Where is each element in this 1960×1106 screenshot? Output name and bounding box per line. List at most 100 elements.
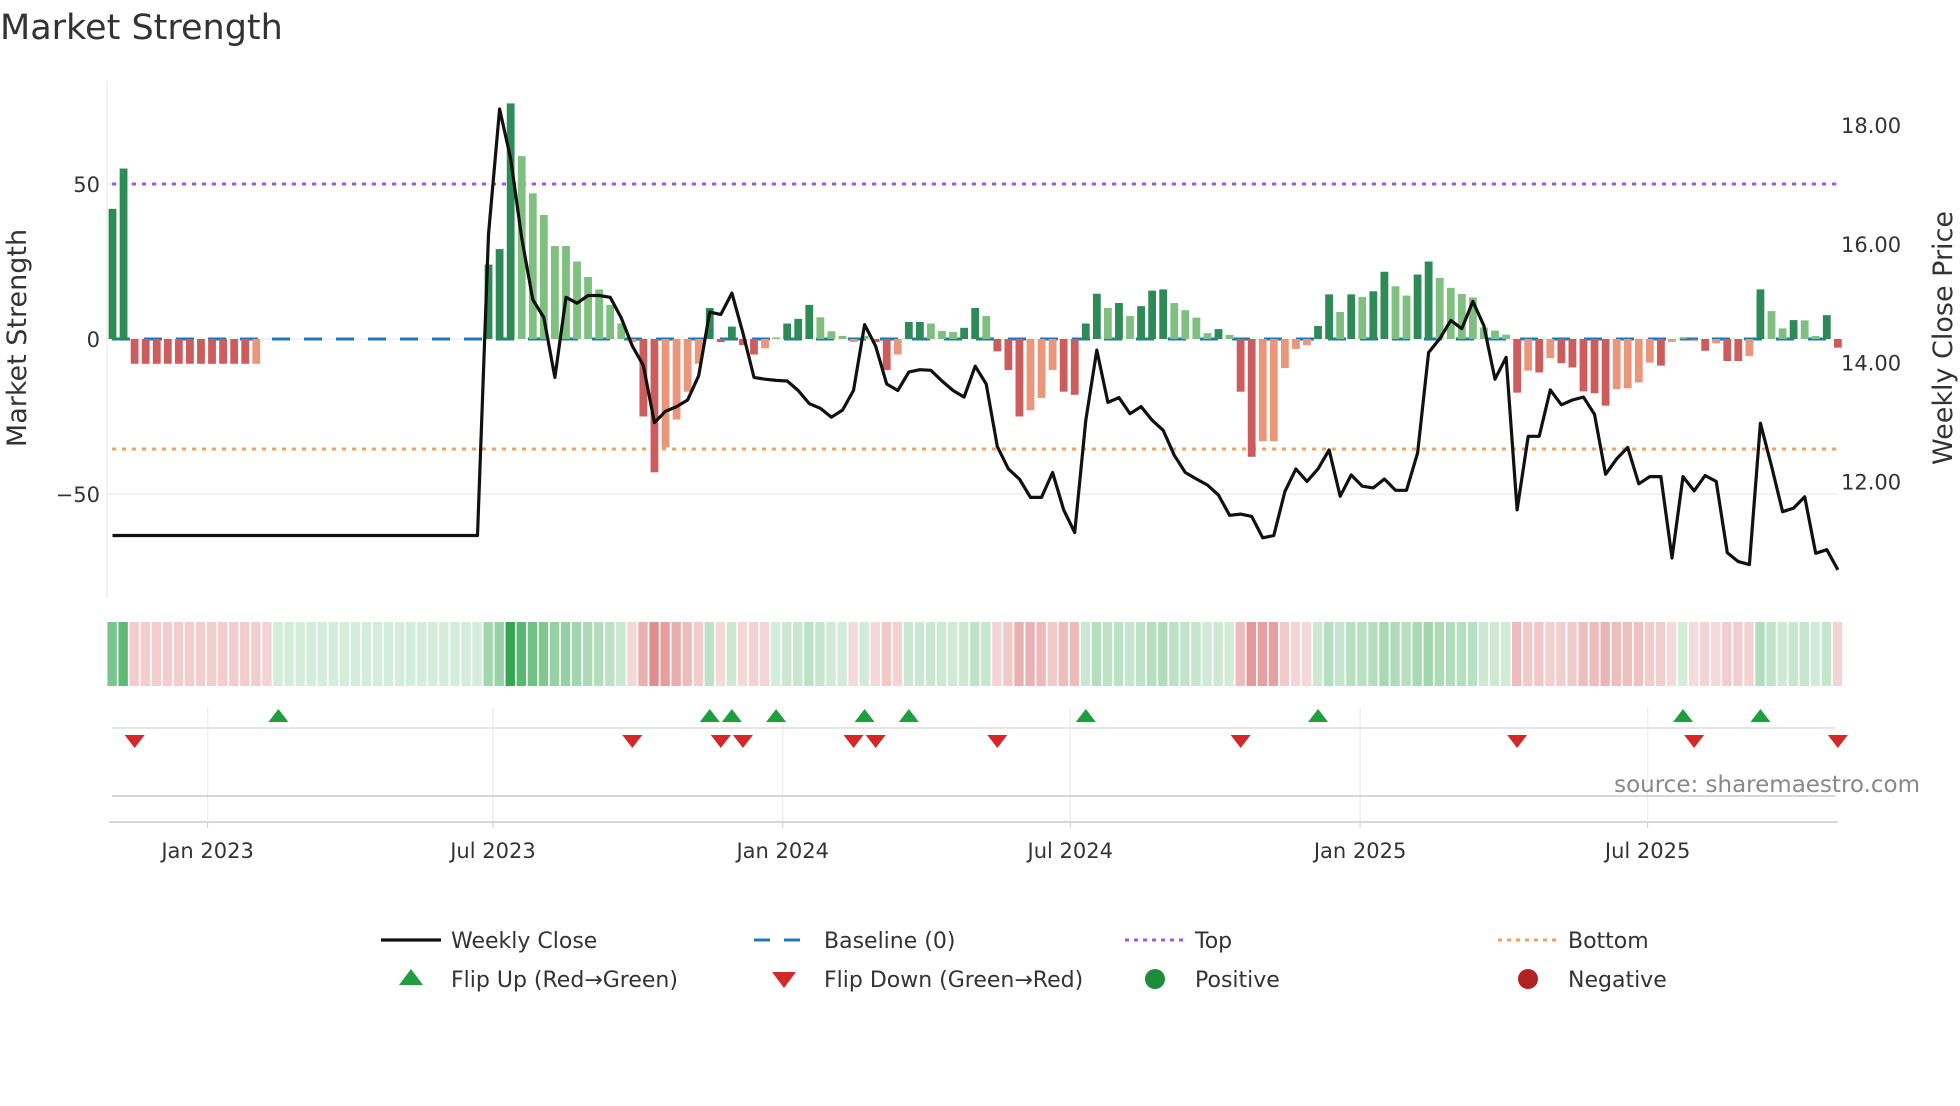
strip-cell [1722, 622, 1732, 686]
strip-cell [970, 622, 980, 686]
strength-bar [1292, 339, 1300, 349]
strip-cell [394, 622, 405, 686]
legend-label: Flip Down (Green→Red) [824, 968, 1083, 993]
strip-cell [992, 622, 1002, 686]
strength-bar [927, 323, 935, 339]
strip-cell [1711, 622, 1721, 686]
strength-bar [1701, 339, 1710, 351]
strength-bar [1435, 277, 1444, 339]
strength-bar [1590, 339, 1599, 394]
strip-cell [715, 622, 726, 686]
strip-cell [1202, 622, 1212, 686]
strip-cell [726, 622, 737, 686]
strip-cell [981, 622, 991, 686]
strip-cell [1700, 622, 1710, 686]
strip-cell [1589, 622, 1599, 686]
strip-cell [1279, 622, 1290, 686]
strip-cell [1113, 622, 1124, 686]
strength-bar [661, 339, 670, 448]
strength-bar [1734, 339, 1743, 362]
flip-down-marker [843, 735, 864, 748]
legend-label: Positive [1195, 968, 1280, 993]
strip-cell [1147, 622, 1157, 686]
strip-cell [1235, 622, 1245, 686]
strip-cell [616, 622, 626, 686]
strip-cell [1401, 622, 1411, 686]
strength-bar [1579, 339, 1588, 392]
strength-bar [1789, 320, 1798, 339]
strength-bar [1756, 289, 1765, 339]
strength-bar [827, 331, 836, 339]
strength-bar [1092, 293, 1101, 339]
strength-bar [1026, 339, 1035, 411]
strip-cell [737, 622, 748, 686]
strength-bar [1424, 261, 1433, 339]
strip-cell [1600, 622, 1610, 686]
strip-cell [1069, 622, 1080, 686]
strength-bar [783, 323, 792, 339]
strip-cell [881, 622, 891, 686]
flip-up-marker [721, 709, 742, 722]
strength-bar [1723, 339, 1732, 362]
strip-cell [328, 622, 338, 686]
strip-cell [1512, 622, 1522, 686]
strip-cell [1324, 622, 1334, 686]
flip-down-marker [987, 735, 1008, 748]
strip-cell [793, 622, 803, 686]
strength-bar [219, 339, 227, 364]
legend-flip-down-icon [772, 972, 796, 988]
strip-cell [1390, 622, 1400, 686]
strip-cell [1633, 622, 1644, 686]
flip-up-marker [699, 709, 720, 722]
strip-cell [549, 622, 560, 686]
strength-bar [1269, 339, 1278, 442]
strength-bar [1568, 339, 1577, 368]
strength-bar [606, 304, 615, 339]
strip-cell [1478, 622, 1489, 686]
y-axis-label: Market Strength [2, 229, 33, 447]
strength-bar [1236, 339, 1245, 392]
strength-bar [1778, 328, 1787, 339]
strength-bar [1623, 339, 1632, 389]
strip-cell [560, 622, 571, 686]
strength-bar [241, 339, 250, 364]
strip-cell [571, 622, 582, 686]
strip-cell [140, 622, 150, 686]
strength-bar [750, 339, 758, 355]
strength-bar [1159, 289, 1168, 339]
strip-cell [273, 622, 283, 686]
strip-cell [350, 622, 361, 686]
strength-heat-strip [107, 622, 1843, 686]
strip-cell [1666, 622, 1677, 686]
strength-bar [1137, 306, 1145, 339]
x-tick-label: Jul 2025 [1603, 839, 1690, 863]
strip-cell [206, 622, 217, 686]
flip-up-marker [268, 709, 289, 722]
strip-cell [1058, 622, 1068, 686]
strength-bar [208, 339, 216, 364]
strength-bar [1258, 339, 1267, 442]
strength-bar [252, 339, 261, 364]
strength-bar [1303, 339, 1311, 346]
strip-cell [251, 622, 261, 686]
x-tick-label: Jul 2024 [1026, 839, 1113, 863]
strength-bar [130, 339, 139, 364]
strength-bar [119, 168, 128, 339]
strength-bar [1612, 339, 1621, 390]
strip-cell [1246, 622, 1256, 686]
y-tick-label: 50 [73, 173, 100, 197]
flip-up-marker [1075, 709, 1096, 722]
strip-cell [162, 622, 173, 686]
strip-cell [1091, 622, 1102, 686]
strength-bar [1833, 339, 1842, 348]
strength-bar [971, 308, 980, 339]
strength-bar [584, 277, 592, 339]
strength-bar [1391, 286, 1400, 339]
gridlines [107, 183, 1838, 822]
strength-bar [1104, 308, 1112, 339]
strip-cell [461, 622, 471, 686]
strip-cell [483, 622, 493, 686]
flip-down-marker [1684, 735, 1705, 748]
flip-down-marker [124, 735, 145, 748]
strength-bar [1081, 323, 1090, 339]
